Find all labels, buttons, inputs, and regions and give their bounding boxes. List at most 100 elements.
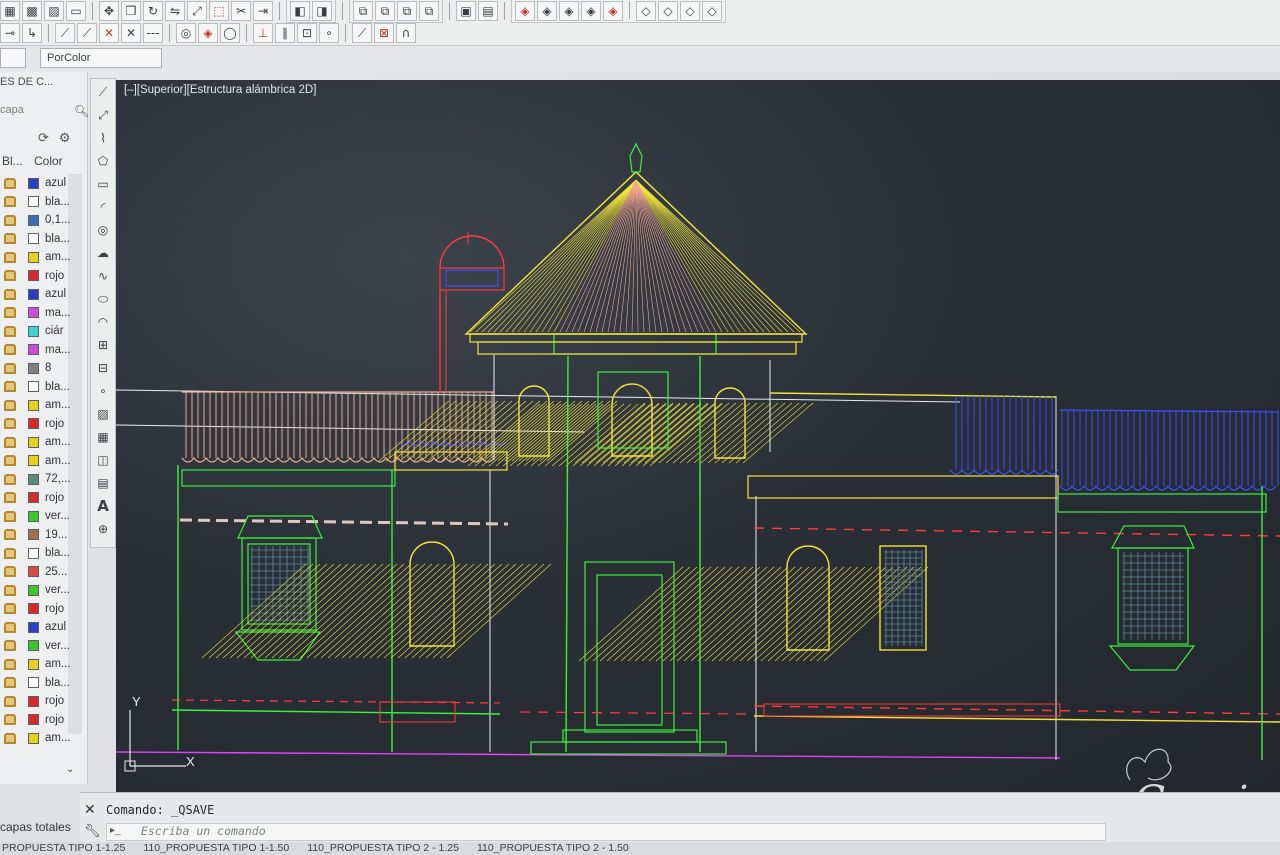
unlock-icon[interactable] bbox=[4, 621, 16, 633]
color-swatch[interactable] bbox=[28, 381, 39, 393]
center-icon[interactable]: ◎ bbox=[176, 23, 196, 43]
column-header-color[interactable]: Color bbox=[34, 154, 63, 168]
layer-row[interactable]: am... bbox=[0, 452, 84, 471]
color-swatch[interactable] bbox=[28, 436, 39, 448]
stretch-icon[interactable]: ⬚ bbox=[209, 1, 229, 21]
layer-lock-icon[interactable]: ◈ bbox=[581, 1, 601, 21]
color-swatch[interactable] bbox=[28, 177, 39, 189]
unlock-icon[interactable] bbox=[4, 214, 16, 226]
layer-row[interactable]: ver... bbox=[0, 581, 84, 600]
layer-delete-icon[interactable]: ◇ bbox=[702, 1, 722, 21]
layer-off-icon[interactable]: ◈ bbox=[515, 1, 535, 21]
arc-icon[interactable]: ◜ bbox=[93, 197, 113, 217]
color-swatch[interactable] bbox=[28, 325, 39, 337]
command-input[interactable]: Escriba un comando bbox=[106, 823, 1106, 841]
layer-row[interactable]: bla... bbox=[0, 378, 84, 397]
unlock-icon[interactable] bbox=[4, 529, 16, 541]
drawing-canvas[interactable]: YX bbox=[116, 80, 1280, 792]
snap-from-icon[interactable]: ↳ bbox=[22, 23, 42, 43]
layer-match-icon[interactable]: ◈ bbox=[603, 1, 623, 21]
color-swatch[interactable] bbox=[28, 270, 39, 282]
polyline-icon[interactable]: ⌇ bbox=[93, 128, 113, 148]
none-snap-icon[interactable]: ⊠ bbox=[374, 23, 394, 43]
color-dropdown[interactable]: PorColor bbox=[40, 48, 162, 68]
draworder-back-icon[interactable]: ⧉ bbox=[375, 1, 395, 21]
layer-iso-icon[interactable]: ◈ bbox=[537, 1, 557, 21]
color-swatch[interactable] bbox=[28, 362, 39, 374]
layout-tab[interactable]: PROPUESTA TIPO 1-1.25 bbox=[2, 842, 125, 855]
unlock-icon[interactable] bbox=[4, 288, 16, 300]
color-swatch[interactable] bbox=[28, 492, 39, 504]
layout-tab[interactable]: 110_PROPUESTA TIPO 1-1.50 bbox=[143, 842, 289, 855]
unlock-icon[interactable] bbox=[4, 381, 16, 393]
layer-row[interactable]: rojo bbox=[0, 415, 84, 434]
layer-row[interactable]: rojo bbox=[0, 692, 84, 711]
extension-icon[interactable]: --- bbox=[143, 23, 163, 43]
color-swatch[interactable] bbox=[28, 621, 39, 633]
unlock-icon[interactable] bbox=[4, 547, 16, 559]
layer-row[interactable]: rojo bbox=[0, 267, 84, 286]
color-swatch[interactable] bbox=[28, 584, 39, 596]
layer-row[interactable]: ver... bbox=[0, 637, 84, 656]
unlock-icon[interactable] bbox=[4, 566, 16, 578]
unlock-icon[interactable] bbox=[4, 325, 16, 337]
unlock-icon[interactable] bbox=[4, 362, 16, 374]
apparent-icon[interactable]: ✕ bbox=[121, 23, 141, 43]
color-swatch[interactable] bbox=[28, 732, 39, 744]
color-swatch-dropdown[interactable] bbox=[0, 48, 26, 68]
color-swatch[interactable] bbox=[28, 510, 39, 522]
unlock-icon[interactable] bbox=[4, 233, 16, 245]
add-selected-icon[interactable]: ⊕ bbox=[93, 519, 113, 539]
snap-icon[interactable]: ⊸ bbox=[0, 23, 20, 43]
rectangle-icon[interactable]: ▭ bbox=[93, 174, 113, 194]
column-header-block[interactable]: Bl... bbox=[2, 154, 23, 168]
construction-line-icon[interactable]: ⤢ bbox=[93, 105, 113, 125]
color-swatch[interactable] bbox=[28, 233, 39, 245]
unlock-icon[interactable] bbox=[4, 418, 16, 430]
tangent-icon[interactable]: ◯ bbox=[220, 23, 240, 43]
layer-row[interactable]: am... bbox=[0, 655, 84, 674]
make-block-icon[interactable]: ⊟ bbox=[93, 358, 113, 378]
endpoint-icon[interactable]: ⟋ bbox=[55, 23, 75, 43]
color-swatch[interactable] bbox=[28, 196, 39, 208]
copy-icon[interactable]: ❐ bbox=[121, 1, 141, 21]
layer-row[interactable]: rojo bbox=[0, 711, 84, 730]
color-swatch[interactable] bbox=[28, 603, 39, 615]
draworder-front-icon[interactable]: ⧉ bbox=[353, 1, 373, 21]
unlock-icon[interactable] bbox=[4, 307, 16, 319]
bring-front-icon[interactable]: ◧ bbox=[290, 1, 310, 21]
color-swatch[interactable] bbox=[28, 455, 39, 467]
midpoint-icon[interactable]: ⟋ bbox=[77, 23, 97, 43]
unlock-icon[interactable] bbox=[4, 677, 16, 689]
layer-row[interactable]: am... bbox=[0, 248, 84, 267]
ellipse-arc-icon[interactable]: ◠ bbox=[93, 312, 113, 332]
hatch-icon[interactable]: ▨ bbox=[44, 1, 64, 21]
color-swatch[interactable] bbox=[28, 529, 39, 541]
quadrant-icon[interactable]: ◈ bbox=[198, 23, 218, 43]
rect-icon[interactable]: ▭ bbox=[66, 1, 86, 21]
layout-tab[interactable]: 110_PROPUESTA TIPO 2 - 1.50 bbox=[477, 842, 629, 855]
circle-icon[interactable]: ◎ bbox=[93, 220, 113, 240]
layer-row[interactable]: 19... bbox=[0, 526, 84, 545]
line-icon[interactable]: ⟋ bbox=[93, 82, 113, 102]
color-swatch[interactable] bbox=[28, 714, 39, 726]
layer-row[interactable]: azul bbox=[0, 618, 84, 637]
layer-row[interactable]: bla... bbox=[0, 230, 84, 249]
color-swatch[interactable] bbox=[28, 566, 39, 578]
layer-row[interactable]: 8 bbox=[0, 359, 84, 378]
send-back-icon[interactable]: ◨ bbox=[312, 1, 332, 21]
unlock-icon[interactable] bbox=[4, 695, 16, 707]
settings-gear-icon[interactable]: ⚙ bbox=[59, 130, 71, 146]
color-swatch[interactable] bbox=[28, 640, 39, 652]
unlock-icon[interactable] bbox=[4, 251, 16, 263]
color-swatch[interactable] bbox=[28, 288, 39, 300]
magnet-icon[interactable]: ∩ bbox=[396, 23, 416, 43]
viewport-controls-label[interactable]: [–][Superior][Estructura alámbrica 2D] bbox=[124, 84, 316, 96]
layer-walk-icon[interactable]: ◇ bbox=[658, 1, 678, 21]
scale-icon[interactable]: ⤢ bbox=[187, 1, 207, 21]
layer-row[interactable]: bla... bbox=[0, 544, 84, 563]
layer-row[interactable]: azul bbox=[0, 285, 84, 304]
layer-row[interactable]: bla... bbox=[0, 674, 84, 693]
gradient-icon[interactable]: ▦ bbox=[93, 427, 113, 447]
insert-block-icon[interactable]: ⊞ bbox=[93, 335, 113, 355]
